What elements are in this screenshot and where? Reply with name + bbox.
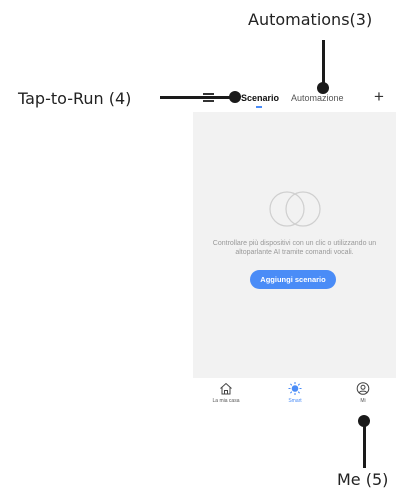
bottom-navigation: La mia casa Smart Mi bbox=[193, 378, 396, 414]
callout-automations-dot bbox=[317, 82, 329, 94]
callout-tap-to-run-line bbox=[160, 96, 234, 99]
empty-state-message: Controllare più dispositivi con un clic … bbox=[212, 240, 377, 256]
callout-automations-line bbox=[322, 40, 325, 88]
tab-automazione[interactable]: Automazione bbox=[291, 93, 344, 103]
nav-item-smart[interactable]: Smart bbox=[263, 382, 327, 404]
nav-home-label: La mia casa bbox=[212, 398, 240, 404]
callout-me-label: Me (5) bbox=[337, 470, 389, 489]
callout-automations-label: Automations(3) bbox=[248, 10, 373, 29]
nav-me-label: Mi bbox=[360, 398, 366, 404]
add-icon[interactable]: + bbox=[374, 87, 384, 107]
empty-scene-icon bbox=[269, 191, 321, 227]
app-screen: Scenario Automazione + Controllare più d… bbox=[193, 84, 396, 414]
active-tab-indicator bbox=[256, 106, 262, 108]
nav-item-home[interactable]: La mia casa bbox=[194, 382, 258, 404]
tab-scenario[interactable]: Scenario bbox=[241, 93, 279, 103]
callout-tap-to-run-dot bbox=[229, 91, 241, 103]
smart-sun-icon bbox=[288, 382, 302, 395]
nav-smart-label: Smart bbox=[288, 398, 302, 404]
nav-item-me[interactable]: Mi bbox=[331, 382, 395, 404]
callout-me-line bbox=[363, 420, 366, 468]
home-icon bbox=[220, 382, 232, 395]
callout-tap-to-run-label: Tap-to-Run (4) bbox=[18, 89, 132, 108]
profile-icon bbox=[356, 382, 370, 395]
add-scenario-button[interactable]: Aggiungi scenario bbox=[250, 270, 336, 289]
scene-list-area: Controllare più dispositivi con un clic … bbox=[193, 112, 396, 378]
